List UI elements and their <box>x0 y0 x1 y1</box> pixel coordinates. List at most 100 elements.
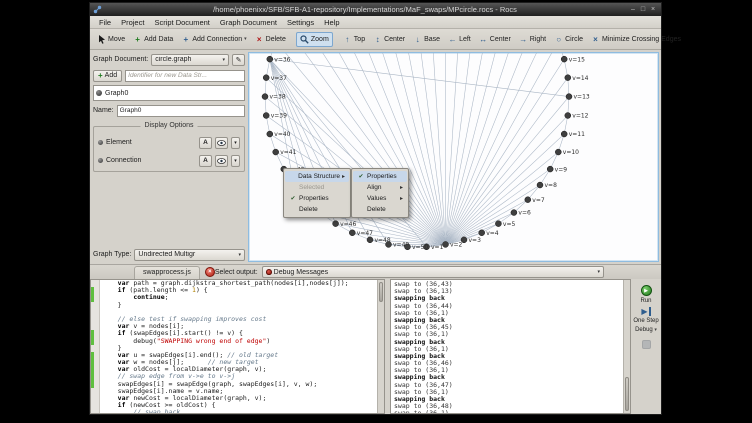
close-tab-button[interactable]: × <box>205 267 215 277</box>
minimize-crossing-icon: × <box>591 35 600 44</box>
graph-vertex[interactable] <box>405 244 411 250</box>
graph-type-combobox[interactable]: Undirected Multigr ▾ <box>134 249 245 261</box>
graph-vertex[interactable] <box>511 210 517 216</box>
graph-vertex[interactable] <box>479 230 485 236</box>
right-button[interactable]: →Right <box>515 32 550 47</box>
graph-vertex[interactable] <box>263 113 269 119</box>
identifier-input[interactable] <box>125 70 245 82</box>
toolbar-button-label: Left <box>459 36 471 43</box>
titlebar[interactable]: /home/phoenixx/SFB/SFB-A1-repository/Imp… <box>90 3 661 16</box>
output-scrollbar[interactable] <box>623 280 630 413</box>
stop-button[interactable] <box>642 340 651 349</box>
row-options-dropdown[interactable]: ▾ <box>231 137 240 149</box>
add-data-structure-button[interactable]: + Add <box>93 70 122 82</box>
graph-item-label: Graph0 <box>105 90 128 97</box>
one-step-icon[interactable]: ▶ <box>641 307 650 316</box>
menu-settings[interactable]: Settings <box>282 17 319 28</box>
base-button[interactable]: ↓Base <box>409 32 444 47</box>
context-subitem-delete[interactable]: Delete <box>353 204 407 215</box>
visibility-eye-button[interactable] <box>215 155 228 167</box>
run-button[interactable]: Run <box>640 298 651 305</box>
add-connection-button[interactable]: +Add Connection▾ <box>177 32 250 47</box>
debug-button[interactable]: Debug ▾ <box>635 327 657 334</box>
visibility-eye-button[interactable] <box>215 137 228 149</box>
show-names-button[interactable]: A <box>199 137 212 149</box>
graph-vertex[interactable] <box>262 94 268 100</box>
one-step-button[interactable]: One Step <box>633 318 658 325</box>
graph-vertex[interactable] <box>561 131 567 137</box>
graph-vertex[interactable] <box>333 221 339 227</box>
move-button[interactable]: Move <box>93 32 129 47</box>
graph-vertex[interactable] <box>565 75 571 81</box>
graph-canvas[interactable]: v=1v=2v=3v=4v=5v=6v=7v=8v=9v=10v=11v=12v… <box>248 52 659 262</box>
graph-vertex[interactable] <box>561 56 567 62</box>
script-editor[interactable]: var path = graph.dijkstra_shortest_path(… <box>90 279 385 414</box>
minimize-button[interactable]: – <box>628 4 638 15</box>
zoom-button[interactable]: Zoom <box>296 32 333 47</box>
graph-vertex[interactable] <box>565 113 571 119</box>
editor-scrollbar[interactable] <box>377 280 384 413</box>
menu-file[interactable]: File <box>94 17 116 28</box>
circle-button[interactable]: ○Circle <box>550 32 587 47</box>
graph-vertex[interactable] <box>386 241 392 247</box>
delete-icon: × <box>255 35 264 44</box>
graph-vertex[interactable] <box>555 149 561 155</box>
context-subitem-align[interactable]: Align▸ <box>353 182 407 193</box>
vertex-label: v=47 <box>357 230 373 237</box>
output-type-combobox[interactable]: Debug Messages ▾ <box>262 266 604 278</box>
tab-swapprocess-js[interactable]: swapprocess.js <box>134 266 200 279</box>
vertex-label: v=3 <box>469 237 482 244</box>
graph-vertex[interactable] <box>367 237 373 243</box>
graph-list-item[interactable]: Graph0 <box>96 87 242 99</box>
graph-vertex[interactable] <box>566 94 572 100</box>
change-marker <box>91 352 99 359</box>
edit-document-button[interactable]: ✎ <box>232 54 245 66</box>
delete-button[interactable]: ×Delete <box>251 32 290 47</box>
left-button[interactable]: ←Left <box>444 32 475 47</box>
context-item-delete[interactable]: Delete <box>285 204 349 215</box>
toolbar-button-label: Move <box>108 36 125 43</box>
editor-scrollbar-thumb[interactable] <box>379 282 383 302</box>
row-options-dropdown[interactable]: ▾ <box>231 155 240 167</box>
menu-item-label: Properties <box>299 195 345 202</box>
code-area[interactable]: var path = graph.dijkstra_shortest_path(… <box>100 280 377 413</box>
context-item-data-structure[interactable]: Data Structure▸ <box>285 171 349 182</box>
graph-vertex[interactable] <box>273 149 279 155</box>
graph-vertex[interactable] <box>495 221 501 227</box>
vertex-label: v=36 <box>274 56 290 63</box>
show-names-button[interactable]: A <box>199 155 212 167</box>
center-button[interactable]: ↔Center <box>475 32 515 47</box>
graph-document-combobox[interactable]: circle.graph ▾ <box>151 54 229 66</box>
context-item-properties[interactable]: ✔Properties <box>285 193 349 204</box>
menu-project[interactable]: Project <box>116 17 149 28</box>
graph-vertex[interactable] <box>537 182 543 188</box>
add-data-button[interactable]: +Add Data <box>129 32 177 47</box>
menu-script-document[interactable]: Script Document <box>149 17 214 28</box>
minimize-crossing-edges-button[interactable]: ×Minimize Crossing Edges <box>587 32 685 47</box>
graph-vertex[interactable] <box>525 197 531 203</box>
context-subitem-properties[interactable]: ✔Properties <box>353 171 407 182</box>
context-subitem-values[interactable]: Values▸ <box>353 193 407 204</box>
graph-vertex[interactable] <box>461 237 467 243</box>
toolbar-button-label: Minimize Crossing Edges <box>602 36 681 43</box>
gutter-line <box>91 302 99 309</box>
check-icon: ✔ <box>289 195 297 202</box>
graph-vertex[interactable] <box>267 131 273 137</box>
align-top-icon: ↑ <box>343 35 352 44</box>
close-window-button[interactable]: × <box>648 4 658 15</box>
top-button[interactable]: ↑Top <box>339 32 369 47</box>
graph-type-value: Undirected Multigr <box>138 251 236 258</box>
center-button[interactable]: ↕Center <box>369 32 409 47</box>
menu-graph-document[interactable]: Graph Document <box>215 17 282 28</box>
output-scrollbar-thumb[interactable] <box>625 377 629 411</box>
run-play-icon[interactable]: ▶ <box>641 285 652 296</box>
maximize-button[interactable]: □ <box>638 4 648 15</box>
name-input[interactable] <box>117 105 245 117</box>
graph-vertex[interactable] <box>267 56 273 62</box>
vertex-label: v=15 <box>569 56 585 63</box>
menu-help[interactable]: Help <box>319 17 344 28</box>
graph-vertex[interactable] <box>443 241 449 247</box>
graph-vertex[interactable] <box>547 166 553 172</box>
graph-vertex[interactable] <box>263 75 269 81</box>
graph-vertex[interactable] <box>349 230 355 236</box>
